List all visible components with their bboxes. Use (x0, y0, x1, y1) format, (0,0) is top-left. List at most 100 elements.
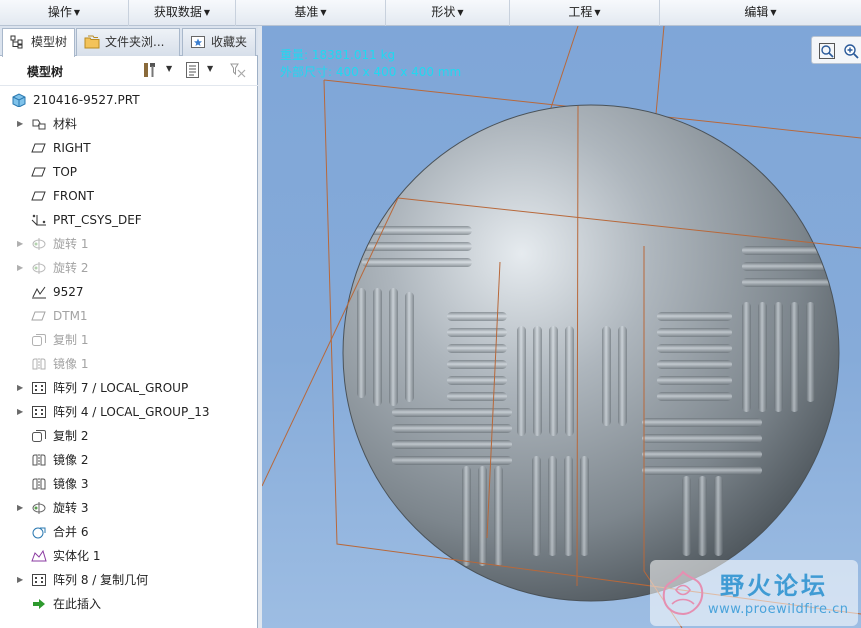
part-icon (12, 93, 26, 107)
datum-plane-icon (31, 191, 46, 201)
insert-here-icon (33, 599, 45, 609)
expand-arrow-icon[interactable]: ▶ (17, 256, 23, 280)
tree-item-label: RIGHT (53, 141, 91, 155)
tree-item[interactable]: 镜像 2 (0, 448, 256, 472)
tree-item[interactable]: PRT_CSYS_DEF (0, 208, 256, 232)
merge-icon (32, 527, 46, 539)
model-tree-icon (10, 35, 23, 49)
mirror-icon (32, 478, 46, 490)
navigator-tabs: 模型树 文件夹浏... 收藏夹 (0, 26, 258, 57)
tree-item-label: 旋转 2 (53, 261, 89, 275)
tree-item[interactable]: 合并 6 (0, 520, 256, 544)
menu-edit[interactable]: 编辑 ▼ (660, 0, 861, 26)
tree-item[interactable]: 实体化 1 (0, 544, 256, 568)
chevron-down-icon[interactable]: ▼ (166, 64, 172, 73)
tree-item-label: 210416-9527.PRT (33, 93, 140, 107)
tree-item-label: 复制 1 (53, 333, 89, 347)
tree-item[interactable]: TOP (0, 160, 256, 184)
copy-icon (32, 334, 46, 346)
tree-item-label: 材料 (53, 117, 78, 131)
revolve-icon (32, 262, 46, 274)
settings-list-icon[interactable] (184, 61, 202, 79)
filter-icon[interactable] (229, 61, 247, 79)
csys-icon (31, 214, 46, 226)
tab-model-tree-label: 模型树 (31, 35, 68, 49)
tree-item[interactable]: ▶ 阵列 8 / 复制几何 (0, 568, 256, 592)
zoom-in-icon[interactable] (842, 42, 860, 60)
chevron-down-icon: ▼ (594, 8, 601, 17)
tree-item[interactable]: 复制 2 (0, 424, 256, 448)
menu-datum[interactable]: 基准 ▼ (236, 0, 386, 26)
expand-arrow-icon[interactable]: ▶ (17, 376, 23, 400)
tree-item[interactable]: DTM1 (0, 304, 256, 328)
mirror-icon (32, 454, 46, 466)
tree-item[interactable]: ▶ 旋转 3 (0, 496, 256, 520)
favorites-icon (191, 36, 205, 48)
tab-favorites-label: 收藏夹 (211, 35, 248, 49)
mass-readout: 重量: 18381.011 kg (280, 48, 396, 62)
menu-get-data-label: 获取数据 (153, 5, 202, 19)
woven-pattern (343, 105, 839, 601)
tree-item-label: 9527 (53, 285, 84, 299)
pattern-icon (32, 574, 46, 586)
tree-item[interactable]: ▶ 阵列 7 / LOCAL_GROUP (0, 376, 256, 400)
tree-item-label: FRONT (53, 189, 94, 203)
tab-favorites[interactable]: 收藏夹 (182, 28, 256, 56)
tree-item-label: DTM1 (53, 309, 88, 323)
pattern-icon (32, 406, 46, 418)
tree-item-label: PRT_CSYS_DEF (53, 213, 142, 227)
tree-item[interactable]: 在此插入 (0, 592, 256, 616)
tree-item[interactable]: 镜像 1 (0, 352, 256, 376)
tab-folder-browser[interactable]: 文件夹浏... (76, 28, 180, 56)
menu-shapes-label: 形状 (431, 5, 456, 19)
expand-arrow-icon[interactable]: ▶ (17, 496, 23, 520)
model-scene (262, 26, 861, 628)
expand-arrow-icon[interactable]: ▶ (17, 568, 23, 592)
tree-item[interactable]: ▶ 旋转 1 (0, 232, 256, 256)
chevron-down-icon: ▼ (457, 8, 464, 17)
menu-engineering-label: 工程 (568, 5, 593, 19)
folder-browser-icon (84, 35, 100, 49)
tree-item-label: 阵列 7 / LOCAL_GROUP (53, 381, 189, 395)
tree-item-label: 镜像 2 (53, 453, 89, 467)
chevron-down-icon[interactable]: ▼ (207, 64, 213, 73)
menu-bar: 操作 ▼ 获取数据 ▼ 基准 ▼ 形状 ▼ 工程 ▼ 编辑 ▼ (0, 0, 861, 26)
tab-model-tree[interactable]: 模型树 (2, 28, 75, 57)
tree-item[interactable]: 9527 (0, 280, 256, 304)
expand-arrow-icon[interactable]: ▶ (17, 400, 23, 424)
menu-shapes[interactable]: 形状 ▼ (386, 0, 510, 26)
watermark-logo-icon (662, 570, 704, 616)
tools-icon[interactable] (141, 61, 159, 79)
tree-item[interactable]: 镜像 3 (0, 472, 256, 496)
tree-item[interactable]: ▶ 材料 (0, 112, 256, 136)
menu-operations[interactable]: 操作 ▼ (0, 0, 129, 26)
tree-item[interactable]: ▶ 阵列 4 / LOCAL_GROUP_13 (0, 400, 256, 424)
tab-folder-browser-label: 文件夹浏... (105, 35, 165, 49)
tree-item[interactable]: 210416-9527.PRT (0, 88, 256, 112)
zoom-fit-icon[interactable] (818, 42, 836, 60)
tree-item-label: 阵列 8 / 复制几何 (53, 573, 149, 587)
tree-item-label: 旋转 1 (53, 237, 89, 251)
menu-get-data[interactable]: 获取数据 ▼ (129, 0, 236, 26)
menu-datum-label: 基准 (294, 5, 319, 19)
tree-item-label: 在此插入 (53, 597, 102, 611)
chevron-down-icon: ▼ (73, 8, 81, 17)
model-tree-toolbar: 模型树 ▼ ▼ (0, 56, 258, 86)
tree-item-label: 阵列 4 / LOCAL_GROUP_13 (53, 405, 210, 419)
watermark: 野火论坛 www.proewildfire.cn (650, 560, 858, 626)
watermark-url: www.proewildfire.cn (708, 602, 849, 617)
tree-item-label: 镜像 1 (53, 357, 89, 371)
graphics-viewport[interactable]: 重量: 18381.011 kg 外部尺寸: 400 x 400 x 400 m… (262, 26, 861, 628)
tree-item[interactable]: ▶ 旋转 2 (0, 256, 256, 280)
tree-item[interactable]: FRONT (0, 184, 256, 208)
expand-arrow-icon[interactable]: ▶ (17, 232, 23, 256)
menu-engineering[interactable]: 工程 ▼ (510, 0, 660, 26)
expand-arrow-icon[interactable]: ▶ (17, 112, 23, 136)
chevron-down-icon: ▼ (770, 8, 777, 17)
menu-edit-label: 编辑 (744, 5, 769, 19)
chevron-down-icon: ▼ (203, 8, 211, 17)
model-tree-title: 模型树 (27, 65, 64, 79)
tree-item[interactable]: RIGHT (0, 136, 256, 160)
tree-item-label: 复制 2 (53, 429, 89, 443)
tree-item[interactable]: 复制 1 (0, 328, 256, 352)
